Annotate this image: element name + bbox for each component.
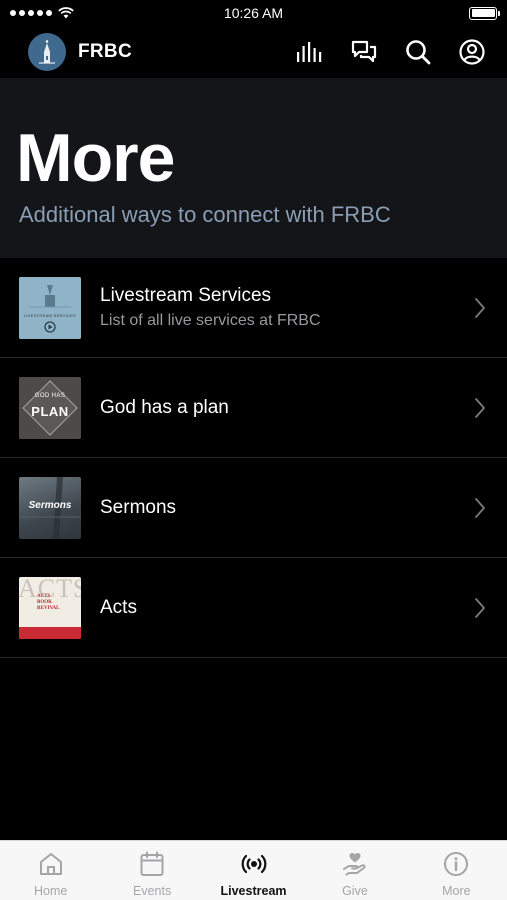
list-item-text: Acts — [100, 597, 137, 619]
sermons-thumbnail: Sermons — [19, 476, 81, 539]
search-icon — [406, 40, 431, 65]
chat-icon — [351, 40, 377, 63]
livestream-thumbnail: LIVESTREAM SERVICES — [19, 276, 81, 339]
acts-thumbnail-line3: REVIVAL — [37, 605, 60, 611]
broadcast-icon — [241, 854, 266, 874]
tab-give[interactable]: Give — [304, 841, 405, 900]
tab-label: More — [442, 884, 471, 898]
wifi-icon — [58, 7, 74, 19]
page-title: More — [16, 120, 175, 196]
app-header: FRBC — [0, 26, 507, 78]
signal-dots-icon — [10, 10, 52, 16]
acts-thumbnail-red-band — [19, 626, 81, 639]
sermons-thumbnail-caption: Sermons — [28, 499, 72, 511]
status-bar: 10:26 AM — [0, 0, 507, 26]
list-item-title: Livestream Services — [100, 285, 272, 306]
battery-icon — [469, 6, 500, 20]
tab-bar: Home Events Livestream Give More — [0, 840, 507, 900]
info-icon — [444, 852, 469, 876]
list-item-text: Sermons — [100, 497, 176, 519]
chevron-right-icon — [475, 397, 485, 418]
tab-events[interactable]: Events — [101, 841, 202, 900]
chevron-right-icon — [475, 597, 485, 618]
livestream-thumbnail-art — [19, 276, 81, 339]
plan-thumbnail-line1: GOD HAS — [34, 392, 66, 399]
tab-label: Events — [133, 884, 172, 898]
acts-thumbnail-line2: BOOK — [37, 599, 53, 605]
chevron-right-icon — [475, 497, 485, 518]
list-item-god-has-a-plan[interactable]: GOD HAS PLAN God has a plan — [0, 358, 507, 458]
account-icon — [459, 39, 485, 65]
hero-section: More Additional ways to connect with FRB… — [0, 78, 507, 258]
plan-thumbnail-line2: PLAN — [31, 403, 69, 419]
tab-label: Livestream — [220, 884, 287, 898]
bars-button[interactable] — [293, 35, 327, 69]
home-icon — [39, 853, 62, 875]
list-item-text: Livestream Services List of all live ser… — [100, 285, 321, 330]
status-time: 10:26 AM — [223, 5, 284, 21]
acts-thumbnail-line1: ACTS — [37, 593, 51, 599]
tab-label: Give — [342, 884, 368, 898]
church-logo[interactable] — [28, 33, 66, 71]
bars-icon — [297, 42, 322, 62]
list-item-title: God has a plan — [100, 396, 229, 418]
content-list: LIVESTREAM SERVICES Livestream Services … — [0, 258, 507, 658]
calendar-icon — [140, 851, 164, 876]
tab-more[interactable]: More — [406, 841, 507, 900]
list-item-livestream-services[interactable]: LIVESTREAM SERVICES Livestream Services … — [0, 258, 507, 358]
list-item-sermons[interactable]: Sermons Sermons — [0, 458, 507, 558]
account-button[interactable] — [455, 35, 489, 69]
plan-thumbnail: GOD HAS PLAN — [19, 376, 81, 439]
list-item-title: Sermons — [100, 496, 177, 518]
tab-livestream[interactable]: Livestream — [203, 841, 304, 900]
header-actions — [293, 35, 489, 69]
list-item-text: God has a plan — [100, 397, 229, 419]
tab-label: Home — [34, 884, 68, 898]
status-left — [10, 7, 74, 19]
steeple-icon — [39, 40, 55, 64]
chevron-right-icon — [475, 297, 485, 318]
search-button[interactable] — [401, 35, 435, 69]
app-name: FRBC — [78, 41, 132, 62]
chat-button[interactable] — [347, 35, 381, 69]
list-item-subtitle: List of all live services at FRBC — [100, 312, 321, 329]
list-item-acts[interactable]: ACTS ACTS BOOK REVIVAL Acts — [0, 558, 507, 658]
page-subtitle: Additional ways to connect with FRBC — [19, 202, 391, 227]
livestream-thumbnail-caption: LIVESTREAM SERVICES — [23, 312, 77, 318]
tab-home[interactable]: Home — [0, 841, 101, 900]
acts-thumbnail: ACTS ACTS BOOK REVIVAL — [19, 576, 81, 639]
give-icon — [342, 853, 366, 876]
list-item-title: Acts — [100, 596, 137, 618]
